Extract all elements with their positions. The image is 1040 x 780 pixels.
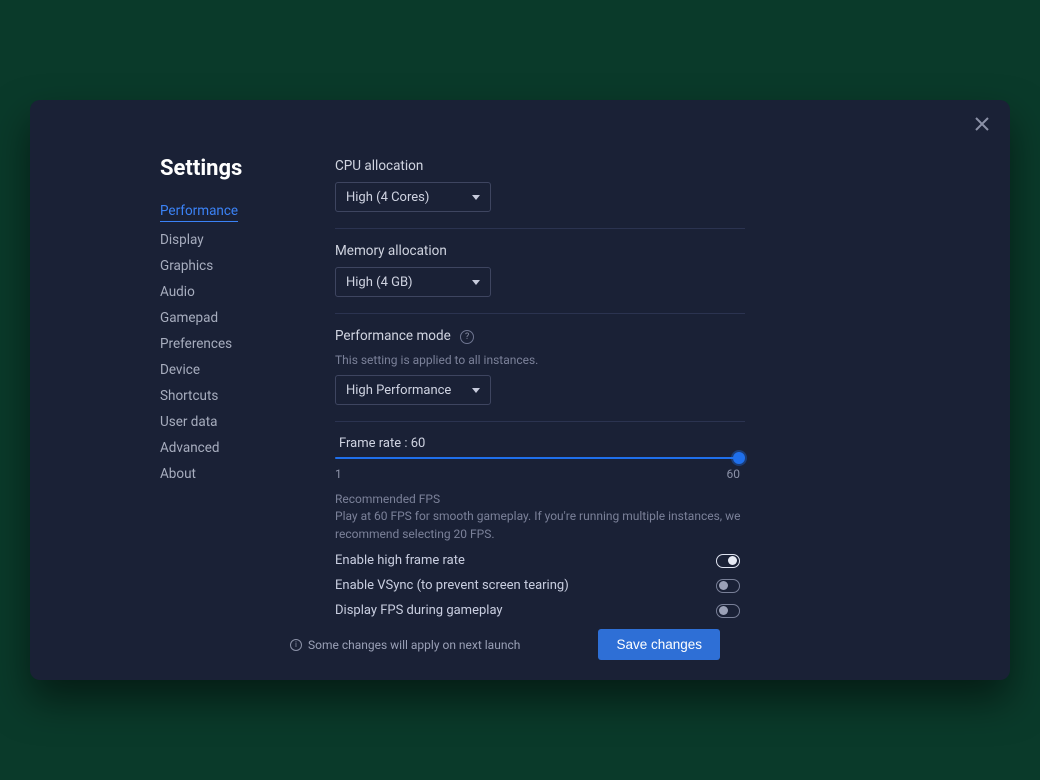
frame-rate-max: 60 (727, 467, 741, 481)
divider (335, 313, 745, 314)
frame-rate-min: 1 (335, 467, 342, 481)
nav-item-shortcuts[interactable]: Shortcuts (160, 388, 290, 404)
nav: Performance Display Graphics Audio Gamep… (160, 203, 290, 482)
nav-item-preferences[interactable]: Preferences (160, 336, 290, 352)
performance-mode-label: Performance mode ? (335, 328, 940, 345)
memory-allocation-select[interactable]: High (4 GB) (335, 267, 491, 297)
frame-rate-slider[interactable] (335, 457, 740, 459)
frame-rate-label: Frame rate : 60 (339, 436, 940, 451)
nav-item-audio[interactable]: Audio (160, 284, 290, 300)
recommended-fps-title: Recommended FPS (335, 491, 745, 508)
enable-high-frame-rate-toggle[interactable] (716, 554, 740, 568)
save-changes-button[interactable]: Save changes (598, 629, 720, 660)
chevron-down-icon (472, 388, 480, 393)
close-icon (975, 117, 989, 131)
enable-vsync-label: Enable VSync (to prevent screen tearing) (335, 578, 569, 593)
cpu-allocation-select[interactable]: High (4 Cores) (335, 182, 491, 212)
cpu-allocation-label: CPU allocation (335, 158, 940, 174)
info-icon: i (290, 639, 302, 651)
sidebar: Settings Performance Display Graphics Au… (30, 156, 290, 680)
enable-high-frame-rate-label: Enable high frame rate (335, 553, 465, 568)
settings-window: Settings Performance Display Graphics Au… (30, 100, 1010, 680)
recommended-fps-body: Play at 60 FPS for smooth gameplay. If y… (335, 508, 745, 543)
chevron-down-icon (472, 195, 480, 200)
display-fps-toggle[interactable] (716, 604, 740, 618)
enable-vsync-toggle[interactable] (716, 579, 740, 593)
chevron-down-icon (472, 280, 480, 285)
nav-item-graphics[interactable]: Graphics (160, 258, 290, 274)
nav-item-user-data[interactable]: User data (160, 414, 290, 430)
settings-panel: CPU allocation High (4 Cores) Memory all… (290, 156, 980, 680)
divider (335, 421, 745, 422)
performance-mode-hint: This setting is applied to all instances… (335, 353, 940, 367)
divider (335, 228, 745, 229)
display-fps-label: Display FPS during gameplay (335, 603, 503, 618)
page-title: Settings (160, 156, 290, 181)
nav-item-device[interactable]: Device (160, 362, 290, 378)
frame-rate-thumb[interactable] (733, 452, 745, 464)
memory-allocation-label: Memory allocation (335, 243, 940, 259)
performance-mode-value: High Performance (346, 383, 451, 398)
close-button[interactable] (972, 114, 992, 134)
footer-note: i Some changes will apply on next launch (290, 638, 520, 652)
nav-item-display[interactable]: Display (160, 232, 290, 248)
nav-item-about[interactable]: About (160, 466, 290, 482)
nav-item-performance[interactable]: Performance (160, 203, 238, 222)
performance-mode-select[interactable]: High Performance (335, 375, 491, 405)
help-icon[interactable]: ? (460, 330, 474, 344)
cpu-allocation-value: High (4 Cores) (346, 190, 429, 205)
nav-item-gamepad[interactable]: Gamepad (160, 310, 290, 326)
memory-allocation-value: High (4 GB) (346, 275, 413, 290)
nav-item-advanced[interactable]: Advanced (160, 440, 290, 456)
